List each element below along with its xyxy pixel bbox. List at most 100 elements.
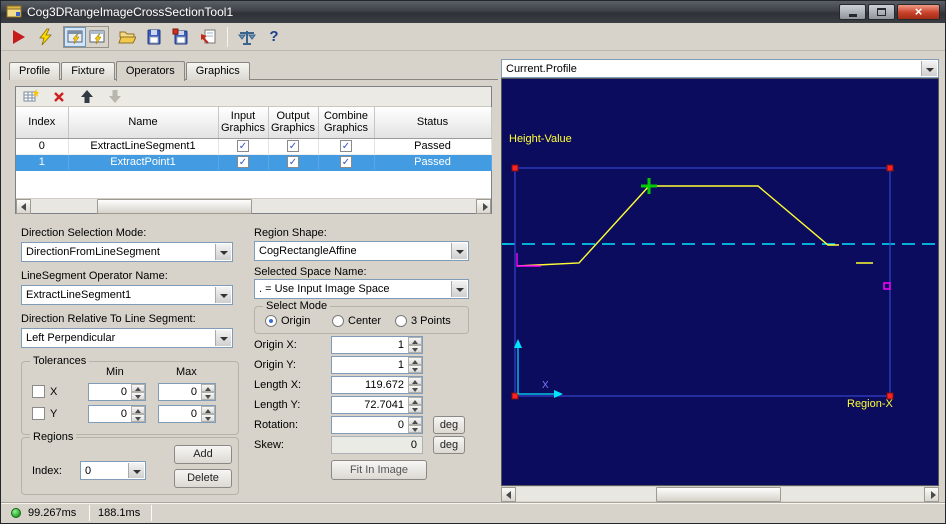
delete-region-button[interactable]: Delete bbox=[174, 469, 232, 488]
spin-down-button[interactable] bbox=[408, 405, 422, 413]
direction-relative-combo[interactable]: Left Perpendicular bbox=[21, 328, 233, 348]
run-button[interactable] bbox=[6, 26, 30, 48]
run-electric-button[interactable] bbox=[33, 26, 57, 48]
skew-deg-button[interactable]: deg bbox=[433, 436, 465, 454]
close-button[interactable]: × bbox=[897, 4, 940, 20]
tolerance-x-checkbox[interactable] bbox=[32, 385, 45, 398]
selected-space-name-combo[interactable]: . = Use Input Image Space bbox=[254, 279, 469, 299]
spin-down-button[interactable] bbox=[408, 365, 422, 373]
linesegment-operator-name-combo[interactable]: ExtractLineSegment1 bbox=[21, 285, 233, 305]
save-file-button[interactable] bbox=[142, 26, 166, 48]
open-file-button[interactable] bbox=[115, 26, 139, 48]
region-index-combo[interactable]: 0 bbox=[80, 461, 146, 480]
graphics-toggle-group bbox=[63, 25, 109, 48]
save-results-button[interactable] bbox=[169, 26, 193, 48]
spin-down-button[interactable] bbox=[201, 414, 215, 422]
tab-fixture[interactable]: Fixture bbox=[61, 62, 115, 80]
spin-up-button[interactable] bbox=[408, 337, 422, 345]
chevron-down-icon[interactable] bbox=[215, 287, 231, 303]
tolerance-y-min-field[interactable]: 0 bbox=[88, 405, 146, 423]
delete-operator-button[interactable] bbox=[51, 89, 67, 104]
direction-selection-mode-combo[interactable]: DirectionFromLineSegment bbox=[21, 242, 233, 262]
move-down-button[interactable] bbox=[107, 89, 123, 104]
help-button[interactable]: ? bbox=[262, 26, 286, 48]
spin-down-button[interactable] bbox=[408, 345, 422, 353]
spin-up-button[interactable] bbox=[201, 384, 215, 392]
show-input-graphics-button[interactable] bbox=[86, 27, 108, 47]
add-region-button[interactable]: Add bbox=[174, 445, 232, 464]
region-shape-combo[interactable]: CogRectangleAffine bbox=[254, 241, 469, 261]
rotation-deg-button[interactable]: deg bbox=[433, 416, 465, 434]
spin-up-button[interactable] bbox=[408, 357, 422, 365]
scroll-left-button[interactable] bbox=[501, 487, 516, 502]
add-operator-button[interactable] bbox=[23, 89, 39, 104]
scroll-right-button[interactable] bbox=[924, 487, 939, 502]
checkbox-checked-icon[interactable]: ✓ bbox=[287, 156, 299, 169]
checkbox-checked-icon[interactable]: ✓ bbox=[340, 140, 352, 153]
import-results-button[interactable] bbox=[196, 26, 220, 48]
spin-up-button[interactable] bbox=[408, 417, 422, 425]
chevron-down-icon[interactable] bbox=[451, 281, 467, 297]
radio-center[interactable] bbox=[332, 315, 344, 327]
chevron-down-icon[interactable] bbox=[451, 243, 467, 259]
add-operator-icon bbox=[23, 89, 39, 102]
col-header-index[interactable]: Index bbox=[16, 107, 69, 139]
tolerance-x-max-field[interactable]: 0 bbox=[158, 383, 216, 401]
spin-up-button[interactable] bbox=[131, 384, 145, 392]
col-header-name[interactable]: Name bbox=[68, 107, 219, 139]
checkbox-checked-icon[interactable]: ✓ bbox=[340, 156, 352, 169]
col-header-output-graphics[interactable]: Output Graphics bbox=[268, 107, 319, 139]
spin-down-button[interactable] bbox=[201, 392, 215, 400]
spin-up-button[interactable] bbox=[408, 377, 422, 385]
radio-origin[interactable] bbox=[265, 315, 277, 327]
origin-y-field[interactable]: 1 bbox=[331, 356, 423, 374]
chevron-down-icon[interactable] bbox=[921, 61, 937, 76]
length-x-field[interactable]: 119.672 bbox=[331, 376, 423, 394]
spin-down-button[interactable] bbox=[131, 392, 145, 400]
col-header-combine-graphics[interactable]: Combine Graphics bbox=[318, 107, 375, 139]
record-selector-combo[interactable]: Current.Profile bbox=[501, 59, 939, 78]
question-icon: ? bbox=[269, 28, 279, 45]
profile-display[interactable]: X Height-Value Region-X bbox=[501, 78, 939, 486]
show-result-graphics-button[interactable] bbox=[64, 26, 86, 47]
display-horizontal-scrollbar[interactable] bbox=[501, 486, 939, 502]
col-header-status[interactable]: Status bbox=[374, 107, 492, 139]
move-up-button[interactable] bbox=[79, 89, 95, 104]
chevron-down-icon[interactable] bbox=[215, 330, 231, 346]
scroll-left-button[interactable] bbox=[16, 199, 31, 214]
spin-down-button[interactable] bbox=[131, 414, 145, 422]
table-row-selected[interactable]: 1 ExtractPoint1 ✓ ✓ ✓ Passed bbox=[16, 154, 492, 171]
tab-profile[interactable]: Profile bbox=[9, 62, 61, 80]
fit-in-image-button[interactable]: Fit In Image bbox=[331, 460, 427, 480]
tab-graphics[interactable]: Graphics bbox=[185, 62, 250, 80]
table-row[interactable]: 0 ExtractLineSegment1 ✓ ✓ ✓ Passed bbox=[16, 138, 492, 155]
checkbox-checked-icon[interactable]: ✓ bbox=[237, 140, 249, 153]
tab-operators[interactable]: Operators bbox=[115, 61, 185, 81]
spin-up-button[interactable] bbox=[408, 397, 422, 405]
tool-time-status: 99.267ms bbox=[28, 507, 77, 519]
spin-down-button[interactable] bbox=[408, 385, 422, 393]
chevron-down-icon[interactable] bbox=[128, 463, 144, 478]
measure-button[interactable] bbox=[235, 26, 259, 48]
maximize-button[interactable] bbox=[868, 4, 895, 20]
scroll-right-button[interactable] bbox=[476, 199, 491, 214]
spin-up-button[interactable] bbox=[201, 406, 215, 414]
grid-horizontal-scrollbar[interactable] bbox=[16, 198, 491, 214]
tolerance-x-min-field[interactable]: 0 bbox=[88, 383, 146, 401]
tolerance-y-checkbox[interactable] bbox=[32, 407, 45, 420]
scrollbar-thumb[interactable] bbox=[656, 487, 781, 502]
origin-x-field[interactable]: 1 bbox=[331, 336, 423, 354]
spin-down-button[interactable] bbox=[408, 425, 422, 433]
checkbox-checked-icon[interactable]: ✓ bbox=[287, 140, 299, 153]
length-y-field[interactable]: 72.7041 bbox=[331, 396, 423, 414]
rotation-field[interactable]: 0 bbox=[331, 416, 423, 434]
tolerance-y-max-field[interactable]: 0 bbox=[158, 405, 216, 423]
spin-up-button[interactable] bbox=[131, 406, 145, 414]
chevron-down-icon[interactable] bbox=[215, 244, 231, 260]
radio-3points[interactable] bbox=[395, 315, 407, 327]
col-header-input-graphics[interactable]: Input Graphics bbox=[218, 107, 269, 139]
checkbox-checked-icon[interactable]: ✓ bbox=[237, 156, 249, 169]
title-bar[interactable]: Cog3DRangeImageCrossSectionTool1 × bbox=[1, 1, 945, 23]
minimize-button[interactable] bbox=[839, 4, 866, 20]
scrollbar-thumb[interactable] bbox=[97, 199, 252, 214]
